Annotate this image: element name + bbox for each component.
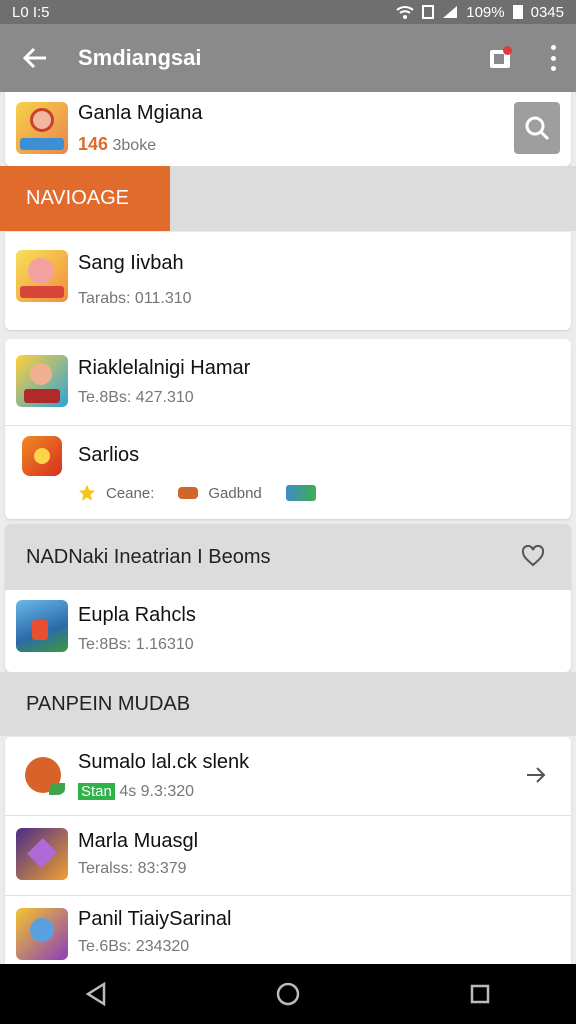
item-title: Riaklelalnigi Hamar (78, 357, 251, 379)
section-header: NADNaki Ineatrian I Beoms (5, 524, 571, 590)
section-card-1: NADNaki Ineatrian I Beoms Eupla Rahcls T… (5, 524, 571, 672)
bread-icon (178, 487, 199, 499)
item-meta: Teralss: 83:379 (78, 860, 187, 877)
gift-button[interactable] (488, 46, 514, 70)
nav-back-button[interactable] (76, 974, 116, 1014)
item-tags: Ceane: Gadbnd (78, 484, 316, 502)
status-bar: L0 I:5 109% 0345 (0, 0, 576, 24)
list-item[interactable]: Marla Muasgl Teralss: 83:379 (5, 816, 571, 895)
system-nav-bar (0, 964, 576, 1024)
more-vert-icon (550, 45, 556, 50)
item-count-label: 3boke (112, 137, 157, 154)
tab-navioage[interactable]: NAVIOAGE (0, 166, 170, 231)
section-title: NADNaki Ineatrian I Beoms (26, 546, 271, 568)
tag-label: Gadbnd (208, 484, 262, 502)
list-card-1: Sang Iivbah Tarabs: 011.310 (5, 232, 571, 330)
section-title: PANPEIN MUDAB (26, 692, 191, 715)
item-title: Marla Muasgl (78, 830, 199, 852)
item-title: Sumalo lal.ck slenk (78, 751, 250, 773)
game-thumbnail (16, 355, 68, 407)
game-thumbnail (16, 828, 68, 880)
back-button[interactable] (18, 41, 52, 75)
search-icon (525, 116, 550, 141)
battery-icon (512, 5, 523, 19)
item-count: 146 (78, 134, 109, 154)
more-options-button[interactable] (548, 45, 558, 71)
recents-nav-icon (470, 984, 490, 1004)
list-item[interactable]: Panil TiaiySarinal Te.6Bs: 234320 (5, 896, 571, 964)
game-thumbnail (16, 908, 68, 960)
star-icon (78, 484, 96, 501)
game-thumbnail (16, 600, 68, 652)
status-badge: Stan (78, 783, 115, 800)
tag-label: Ceane: (106, 484, 155, 502)
back-nav-icon (85, 982, 106, 1006)
item-meta: Te.8Bs: 427.310 (78, 389, 194, 406)
list-item[interactable]: Riaklelalnigi Hamar Te.8Bs: 427.310 (5, 339, 571, 425)
wifi-icon (396, 6, 414, 19)
status-time: L0 I:5 (12, 3, 50, 21)
item-meta: Te:8Bs: 1.16310 (78, 636, 194, 653)
item-title: Eupla Rahcls (78, 604, 196, 626)
house-icon (285, 485, 316, 501)
tab-label: NAVIOAGE (26, 187, 129, 209)
list-item[interactable]: Sarlios Ceane: Gadbnd (5, 426, 571, 519)
top-item-card[interactable]: Ganla Mgiana 146 3boke (5, 92, 571, 166)
nav-home-button[interactable] (268, 974, 308, 1014)
home-nav-icon (276, 982, 300, 1006)
item-subtitle: 146 3boke (78, 134, 156, 155)
signal-icon (443, 6, 458, 18)
heart-icon[interactable] (521, 545, 545, 567)
item-title: Panil TiaiySarinal (78, 908, 232, 930)
game-thumbnail (16, 250, 68, 302)
item-meta: Tarabs: 011.310 (78, 290, 192, 307)
arrow-right-icon[interactable] (525, 765, 547, 785)
app-bar: Smdiangsai (0, 24, 576, 92)
item-title: Sarlios (78, 444, 140, 466)
notification-dot (503, 46, 512, 55)
list-item[interactable]: Sumalo lal.ck slenk Stan 4s 9.3:320 (5, 737, 571, 815)
nav-recents-button[interactable] (460, 974, 500, 1014)
game-thumbnail (16, 102, 68, 154)
content-area: Ganla Mgiana 146 3boke NAVIOAGE Sang Iiv… (0, 92, 576, 964)
item-meta: Te.6Bs: 234320 (78, 938, 190, 955)
item-title: Sang Iivbah (78, 252, 184, 274)
section-header: PANPEIN MUDAB (0, 672, 576, 736)
status-clock: 0345 (530, 3, 564, 21)
item-meta-text: 4s 9.3:320 (119, 783, 195, 800)
game-thumbnail (25, 757, 65, 795)
item-title: Ganla Mgiana (78, 102, 203, 124)
list-item[interactable]: Eupla Rahcls Te:8Bs: 1.16310 (5, 590, 571, 672)
battery-percent: 109% (466, 3, 505, 21)
status-icons: 109% 0345 (396, 4, 564, 21)
list-card-2: Riaklelalnigi Hamar Te.8Bs: 427.310 Sarl… (5, 339, 571, 519)
back-arrow-icon (22, 47, 46, 69)
page-title: Smdiangsai (78, 45, 202, 70)
sim-icon (422, 5, 435, 19)
list-item[interactable]: Sang Iivbah Tarabs: 011.310 (5, 232, 571, 330)
game-thumbnail (22, 436, 62, 476)
section-card-2: Sumalo lal.ck slenk Stan 4s 9.3:320 Marl… (5, 737, 571, 964)
item-meta: Stan 4s 9.3:320 (78, 783, 194, 801)
search-button[interactable] (514, 102, 560, 154)
